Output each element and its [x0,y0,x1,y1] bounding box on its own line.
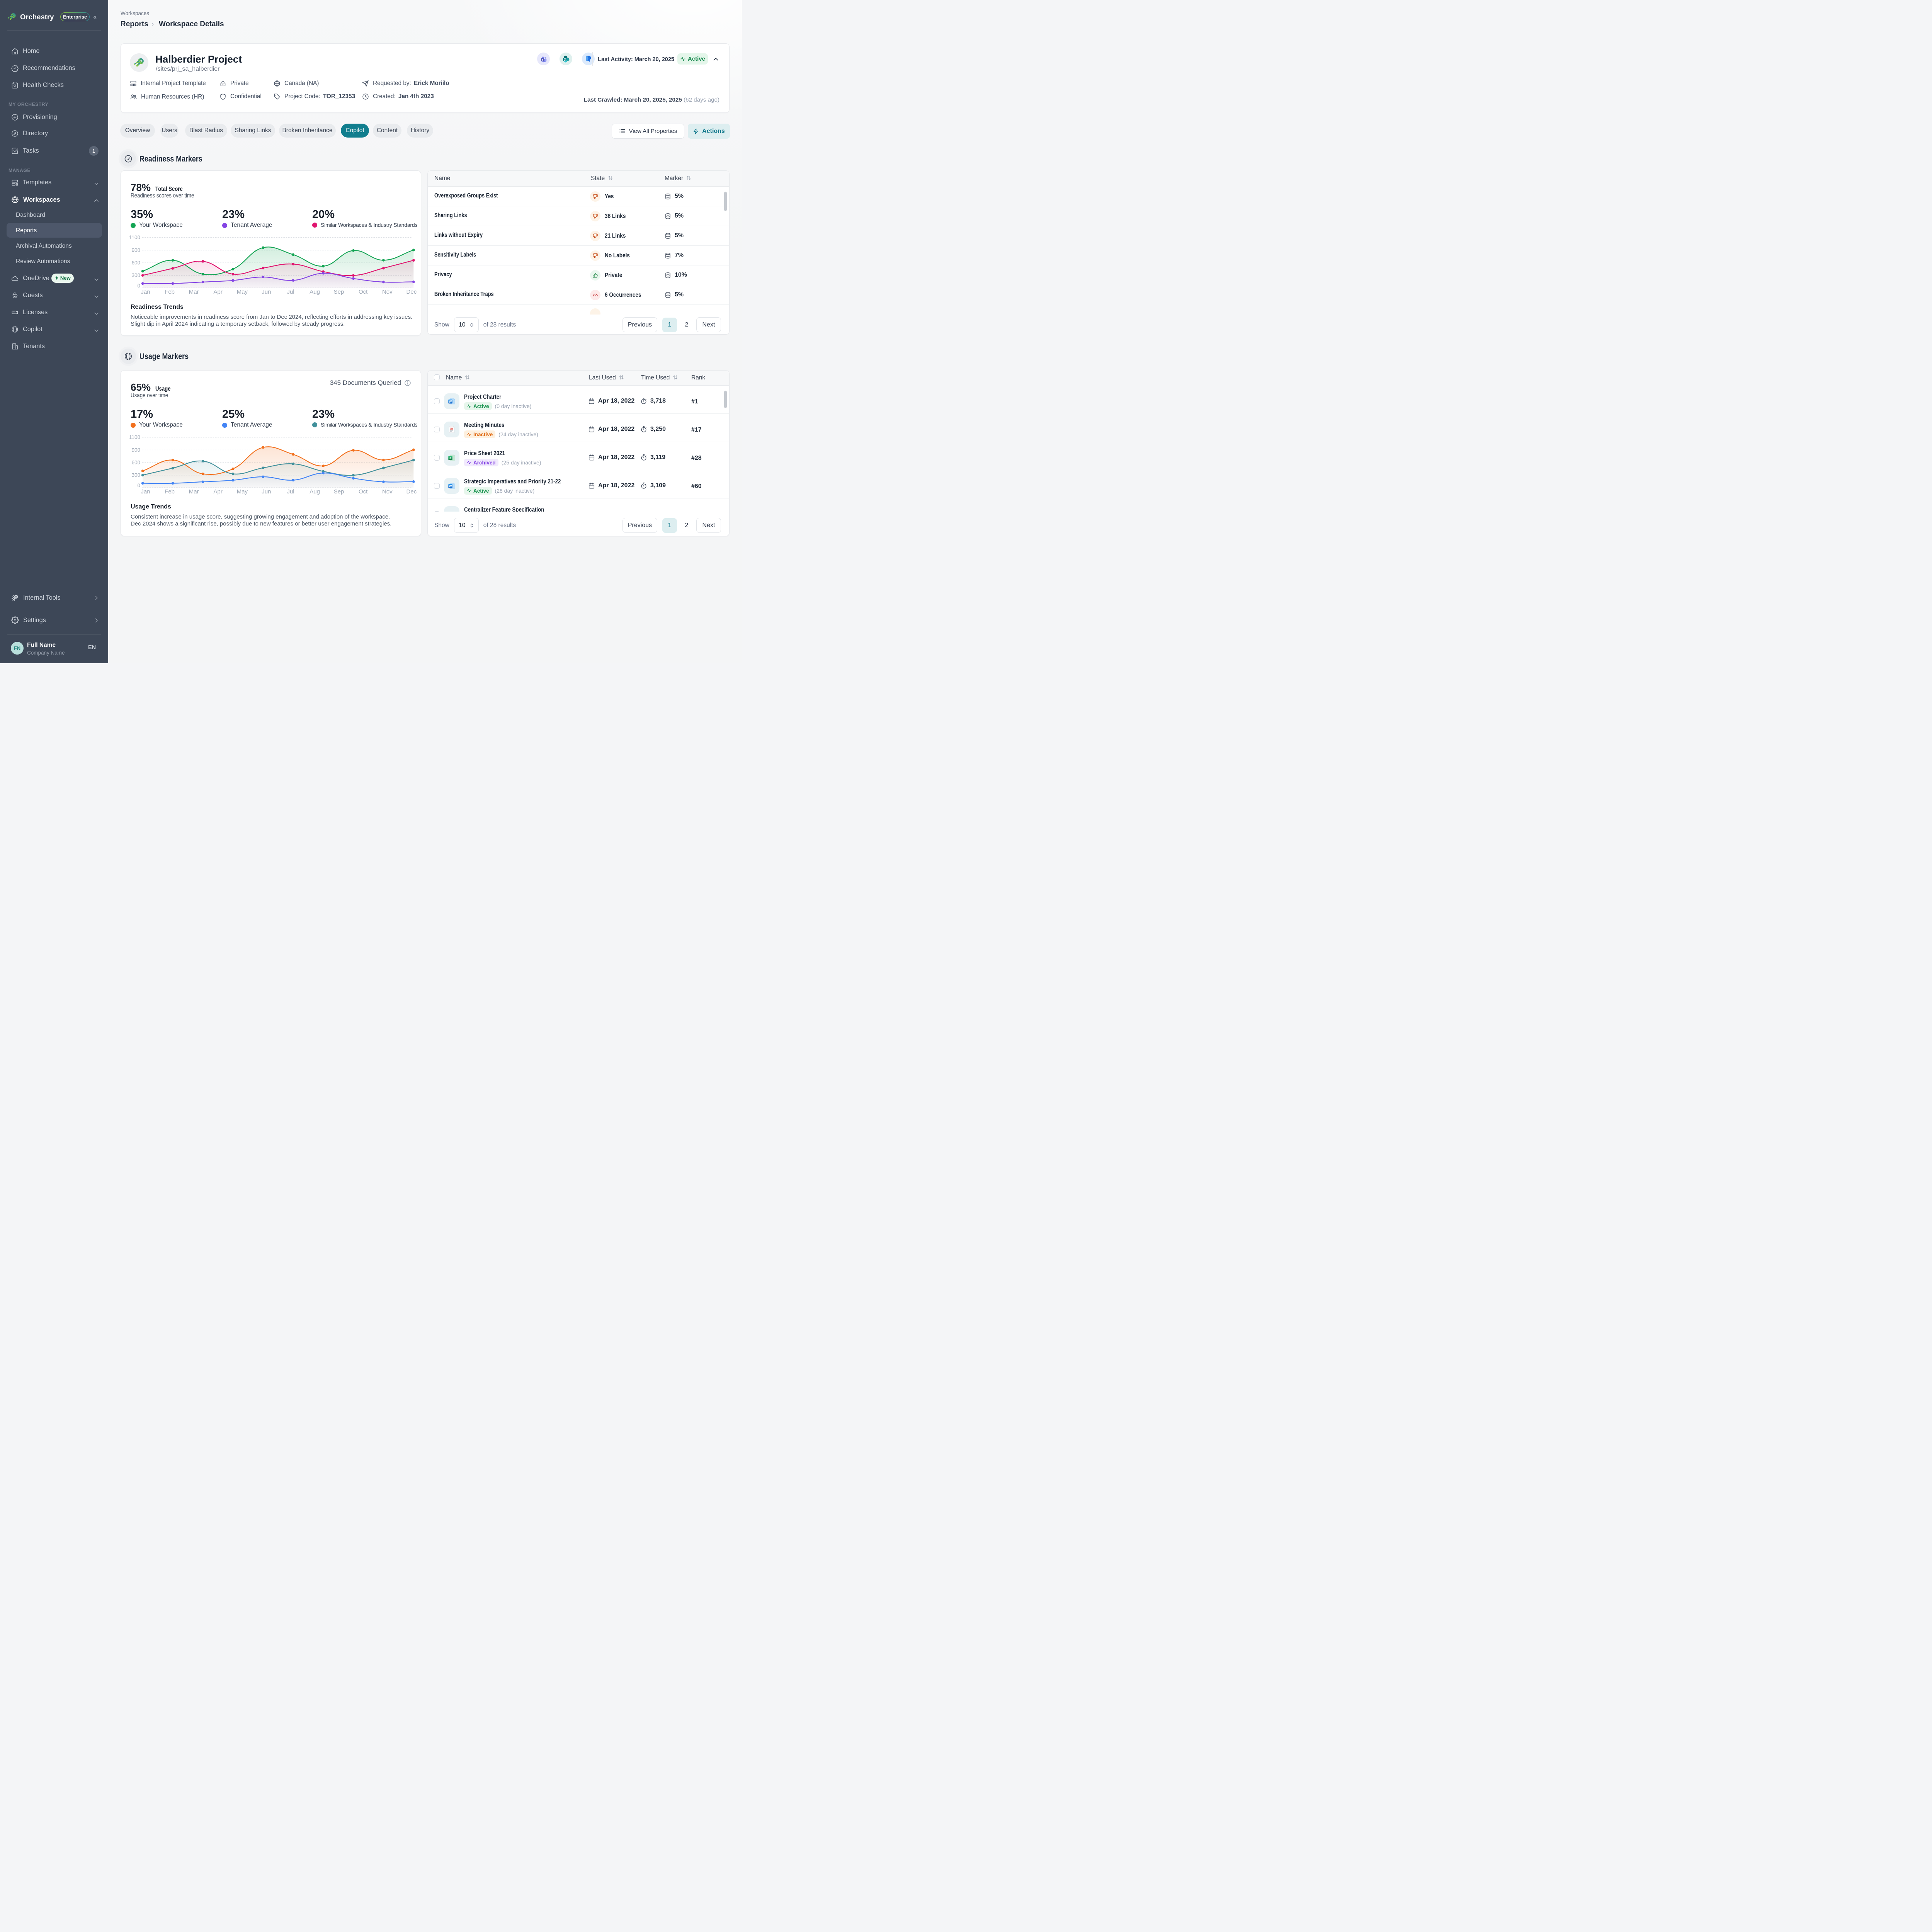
svg-text:Feb: Feb [165,289,175,295]
svg-text:300: 300 [131,472,140,478]
svg-text:900: 900 [131,247,140,253]
svg-text:900: 900 [131,447,140,453]
svg-text:0: 0 [137,283,140,289]
svg-text:1100: 1100 [129,434,140,440]
svg-text:Jun: Jun [262,289,271,295]
svg-text:May: May [237,289,248,295]
svg-text:Mar: Mar [189,488,199,495]
svg-text:600: 600 [131,460,140,466]
svg-text:PDF: PDF [450,428,453,430]
svg-text:Mar: Mar [189,289,199,295]
svg-text:Apr: Apr [214,488,223,495]
svg-text:Jan: Jan [141,289,150,295]
svg-text:Aug: Aug [310,488,320,495]
svg-text:May: May [237,488,248,495]
svg-text:Nov: Nov [382,289,393,295]
svg-text:Jul: Jul [287,289,294,295]
svg-text:Apr: Apr [214,289,223,295]
svg-text:1100: 1100 [129,235,140,240]
svg-text:Jun: Jun [262,488,271,495]
svg-text:Aug: Aug [310,289,320,295]
svg-text:Oct: Oct [359,488,368,495]
svg-text:Oct: Oct [359,289,368,295]
svg-text:Nov: Nov [382,488,393,495]
svg-text:Dec: Dec [406,289,417,295]
svg-text:300: 300 [131,272,140,278]
svg-text:600: 600 [131,260,140,266]
svg-text:Dec: Dec [406,488,417,495]
svg-text:Sep: Sep [334,289,344,295]
svg-text:Jan: Jan [141,488,150,495]
svg-text:Feb: Feb [165,488,175,495]
svg-text:Sep: Sep [334,488,344,495]
svg-text:Jul: Jul [287,488,294,495]
svg-text:0: 0 [137,483,140,488]
